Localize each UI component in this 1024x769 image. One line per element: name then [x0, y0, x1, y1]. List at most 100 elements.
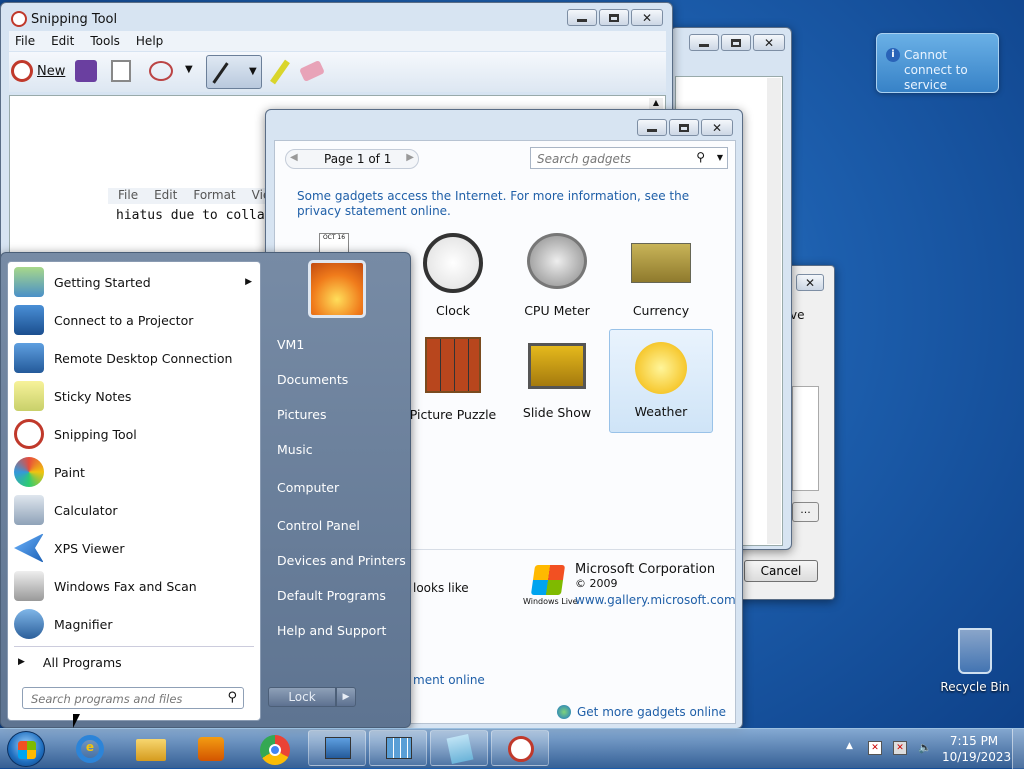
taskbar-internet-explorer[interactable]: e [70, 731, 110, 767]
publisher-url[interactable]: www.gallery.microsoft.com [575, 593, 736, 607]
taskbar: e ▲ ✕ ✕ 🔈 7:15 PM 10/19/2023 [0, 728, 1024, 769]
all-programs[interactable]: ▶ All Programs [18, 652, 122, 672]
program-sticky-notes[interactable]: Sticky Notes [14, 378, 260, 414]
taskbar-notepad[interactable] [430, 730, 488, 766]
save-icon[interactable] [75, 60, 97, 82]
maximize-button[interactable] [599, 9, 629, 26]
start-link-pictures[interactable]: Pictures [277, 407, 327, 422]
dialog-list-box[interactable] [792, 386, 819, 491]
gadget-weather[interactable]: Weather [609, 329, 713, 433]
program-magnifier[interactable]: Magnifier [14, 606, 260, 642]
menu-file[interactable]: File [15, 34, 35, 48]
maximize-button[interactable] [721, 34, 751, 51]
next-page-icon[interactable]: ▶ [406, 152, 414, 163]
action-center-icon[interactable]: ✕ [868, 741, 882, 755]
highlighter-icon[interactable] [270, 59, 290, 85]
privacy-link-fragment[interactable]: ment online [413, 673, 485, 687]
taskbar-chrome[interactable] [255, 731, 295, 767]
start-link-computer[interactable]: Computer [277, 480, 339, 495]
show-hidden-icons[interactable]: ▲ [846, 741, 853, 751]
taskbar-gadgets[interactable] [369, 730, 427, 766]
scissors-icon [508, 736, 534, 762]
all-programs-label: All Programs [42, 654, 122, 670]
scrollbar[interactable] [767, 78, 781, 544]
menu-edit[interactable]: Edit [51, 34, 74, 48]
lock-options-button[interactable]: ▶ [336, 687, 356, 707]
menu-tools[interactable]: Tools [90, 34, 120, 48]
start-link-vm1[interactable]: VM1 [277, 337, 304, 352]
start-link-control-panel[interactable]: Control Panel [277, 518, 360, 533]
dialog-browse-button[interactable]: ... [792, 502, 819, 522]
gadget-picture-puzzle[interactable]: Picture Puzzle [401, 337, 505, 422]
program-fax-scan[interactable]: Windows Fax and Scan [14, 568, 260, 604]
taskbar-media-player[interactable] [190, 731, 230, 767]
pen-button[interactable]: ▼ [206, 55, 262, 89]
start-search-box[interactable]: Search programs and files ⚲ [22, 687, 244, 709]
program-connect-projector[interactable]: Connect to a Projector [14, 302, 260, 338]
minimize-button[interactable] [689, 34, 719, 51]
program-snipping-tool[interactable]: Snipping Tool [14, 416, 260, 452]
minimize-button[interactable] [637, 119, 667, 136]
start-link-music[interactable]: Music [277, 442, 313, 457]
internet-notice[interactable]: Some gadgets access the Internet. For mo… [297, 189, 707, 219]
taskbar-explorer[interactable] [130, 731, 170, 767]
gadget-label: Picture Puzzle [409, 407, 497, 422]
start-button[interactable] [7, 731, 45, 767]
cancel-button[interactable]: Cancel [744, 560, 818, 582]
gadget-search-box[interactable]: Search gadgets ⚲ ▼ [530, 147, 728, 169]
new-snip-button[interactable]: New [11, 58, 69, 84]
minimize-icon [577, 19, 587, 22]
copy-icon[interactable] [111, 60, 131, 82]
taskbar-snipping-tool[interactable] [491, 730, 549, 766]
folder-icon [136, 739, 166, 761]
weather-sun-icon [635, 342, 687, 394]
close-button[interactable]: ✕ [701, 119, 733, 136]
embedded-menu-file: File [118, 188, 139, 202]
program-remote-desktop[interactable]: Remote Desktop Connection [14, 340, 260, 376]
clock[interactable]: 7:15 PM 10/19/2023 [942, 733, 1012, 765]
program-getting-started[interactable]: Getting Started ▶ [14, 264, 260, 300]
prev-page-icon[interactable]: ◀ [290, 152, 298, 163]
program-calculator[interactable]: Calculator [14, 492, 260, 528]
internet-explorer-icon: e [76, 735, 104, 763]
gadget-currency[interactable]: ​ Currency [609, 233, 713, 318]
close-button[interactable]: ✕ [753, 34, 785, 51]
chevron-down-icon[interactable]: ▼ [185, 64, 193, 75]
info-icon: i [886, 48, 900, 62]
user-picture[interactable] [308, 260, 366, 318]
volume-icon[interactable]: 🔈 [918, 741, 932, 755]
start-link-documents[interactable]: Documents [277, 372, 348, 387]
magnifier-icon [14, 609, 44, 639]
lock-button[interactable]: Lock [268, 687, 336, 707]
close-icon: ✕ [804, 275, 816, 290]
gadget-slide-show[interactable]: Slide Show [505, 337, 609, 420]
clock-time: 7:15 PM [949, 734, 999, 748]
recycle-bin[interactable]: Recycle Bin [940, 628, 1010, 694]
menu-help[interactable]: Help [136, 34, 163, 48]
dialog-close-button[interactable]: ✕ [796, 274, 824, 291]
get-more-gadgets-link[interactable]: Get more gadgets online [557, 705, 726, 719]
start-link-devices-printers[interactable]: Devices and Printers [277, 553, 406, 568]
program-paint[interactable]: Paint [14, 454, 260, 490]
show-desktop-button[interactable] [1012, 729, 1024, 769]
search-icon: ⚲ [696, 150, 705, 164]
start-link-default-programs[interactable]: Default Programs [277, 588, 386, 603]
send-snip-icon[interactable] [149, 61, 173, 81]
taskbar-remote-desktop[interactable] [308, 730, 366, 766]
close-button[interactable]: ✕ [631, 9, 663, 26]
clock-date: 10/19/2023 [942, 750, 1012, 764]
gadget-cpu-meter[interactable]: CPU Meter [505, 233, 609, 318]
minimize-button[interactable] [567, 9, 597, 26]
network-icon[interactable]: ✕ [893, 741, 907, 755]
eraser-icon[interactable] [299, 60, 325, 82]
notification-balloon[interactable]: i Cannot connect to service [876, 33, 999, 93]
program-xps-viewer[interactable]: XPS Viewer [14, 530, 260, 566]
publisher-name: Microsoft Corporation [575, 562, 716, 577]
maximize-button[interactable] [669, 119, 699, 136]
start-link-help-support[interactable]: Help and Support [277, 623, 386, 638]
start-search-placeholder: Search programs and files [31, 692, 183, 706]
pen-icon [212, 62, 229, 84]
embedded-menu-edit: Edit [154, 188, 178, 202]
gadget-clock[interactable]: Clock [401, 233, 505, 318]
chevron-down-icon[interactable]: ▼ [717, 153, 723, 162]
